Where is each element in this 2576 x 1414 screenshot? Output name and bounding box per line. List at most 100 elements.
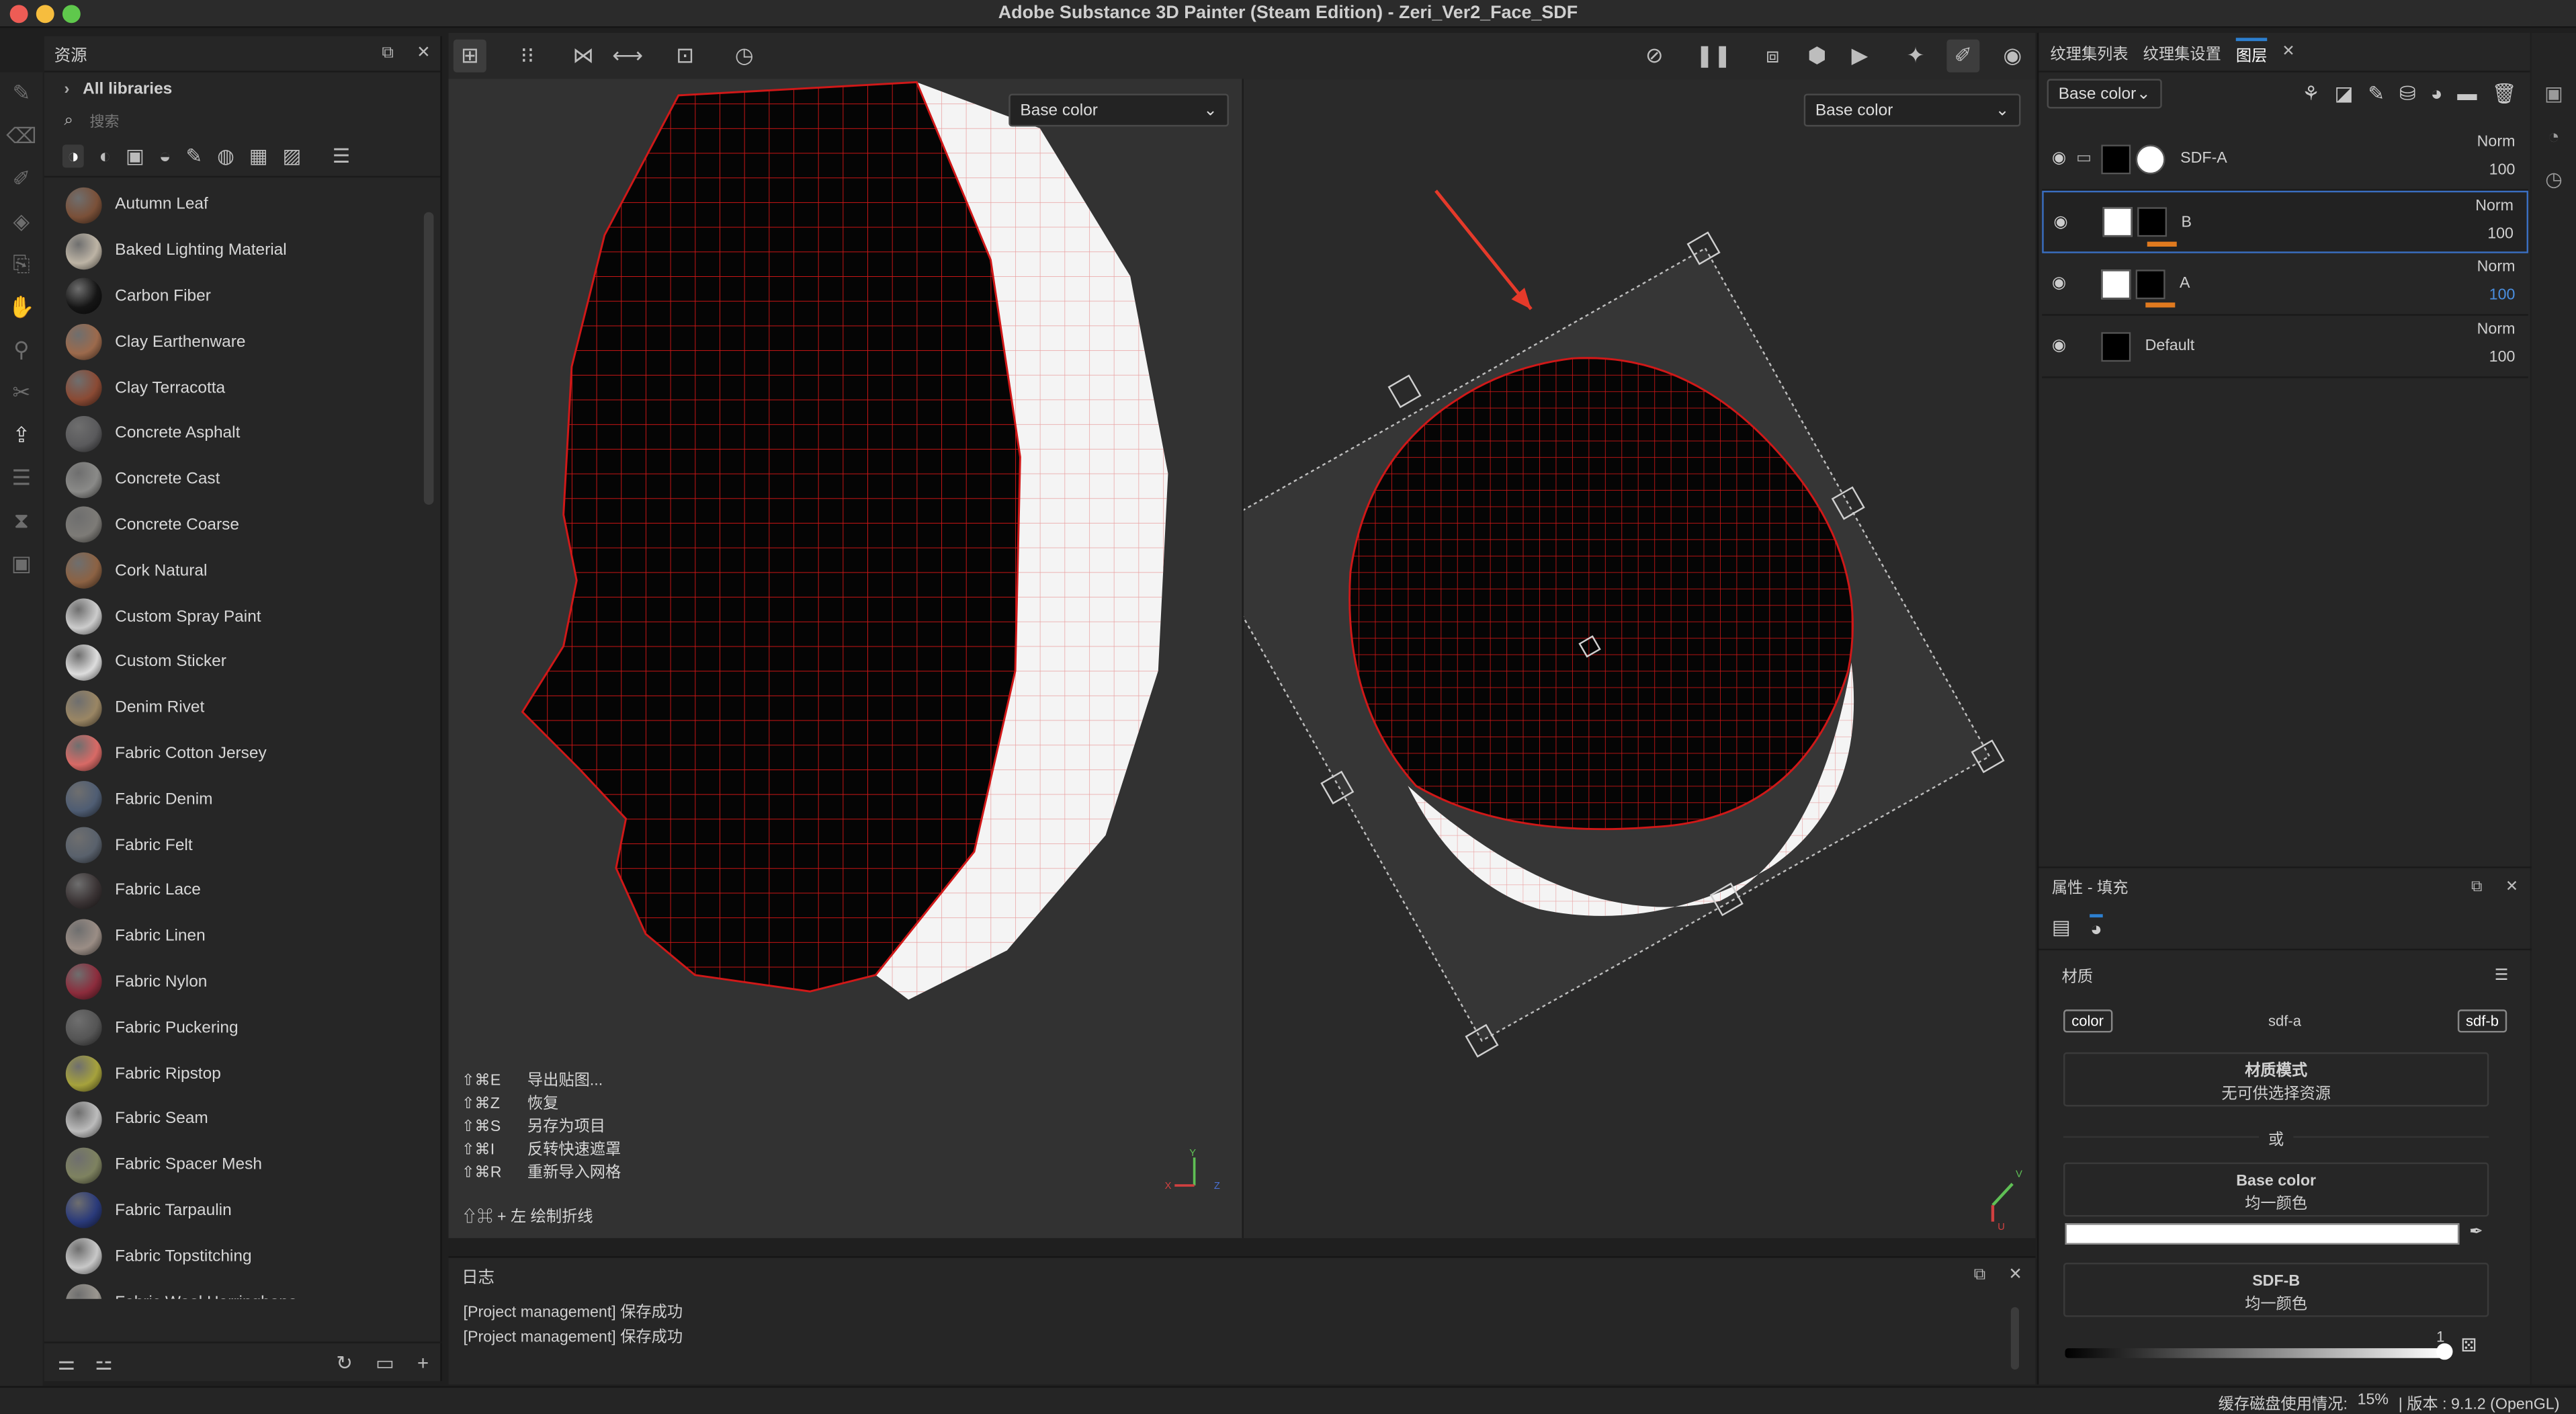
asset-item[interactable]: Fabric Spacer Mesh bbox=[44, 1142, 440, 1188]
asset-item[interactable]: Baked Lighting Material bbox=[44, 228, 440, 274]
filter-icon[interactable]: ⚌ bbox=[58, 1351, 75, 1374]
eraser-tool-icon[interactable]: ⌫ bbox=[0, 115, 43, 158]
undock-icon[interactable]: ⧉ bbox=[1974, 1265, 1985, 1284]
fill-settings-icon[interactable]: ▤ bbox=[2052, 915, 2071, 938]
align-icon[interactable]: ⟷ bbox=[611, 40, 644, 73]
bake-icon[interactable]: ⧗ bbox=[0, 500, 43, 543]
grid-mode-icon[interactable]: ⁝⁝ bbox=[511, 40, 544, 73]
history-icon[interactable]: ◷ bbox=[728, 40, 761, 73]
display-settings-icon[interactable]: ▣ bbox=[0, 542, 43, 585]
left-channel-dropdown[interactable]: Base color ⌄ bbox=[1008, 93, 1229, 127]
projection-tool-icon[interactable]: ✐ bbox=[0, 158, 43, 201]
screenshot-icon[interactable]: ◉ bbox=[1996, 40, 2029, 73]
eye-icon[interactable]: ◉ bbox=[2052, 275, 2066, 293]
eye-icon[interactable]: ◉ bbox=[2053, 213, 2067, 231]
close-icon[interactable]: ✕ bbox=[417, 44, 431, 63]
right-channel-dropdown[interactable]: Base color ⌄ bbox=[1803, 93, 2021, 127]
layer-opacity[interactable]: 100 bbox=[2489, 286, 2516, 304]
layer-name[interactable]: B bbox=[2181, 213, 2192, 231]
material-mode-box[interactable]: 材质模式 无可供选择资源 bbox=[2063, 1052, 2489, 1107]
material-picker-icon[interactable]: ⚲ bbox=[0, 329, 43, 372]
random-seed-icon[interactable]: ⚄ bbox=[2461, 1335, 2477, 1356]
asset-scrollbar[interactable] bbox=[423, 212, 434, 505]
channel-sdfb-button[interactable]: sdf-b bbox=[2457, 1009, 2507, 1033]
asset-item[interactable]: Fabric Topstitching bbox=[44, 1234, 440, 1280]
assets-panel-icon[interactable]: ⇪ bbox=[0, 415, 43, 458]
sdf-b-box[interactable]: SDF-B 均一颜色 bbox=[2063, 1262, 2489, 1317]
layer-name[interactable]: SDF-A bbox=[2180, 150, 2227, 168]
layer-row[interactable]: ◉ A Norm 100 bbox=[2042, 253, 2529, 316]
list-view-icon[interactable]: ☰ bbox=[333, 144, 350, 167]
material-tab-icon[interactable]: ◕ bbox=[2090, 913, 2102, 940]
brush-settings-icon[interactable]: ✦ bbox=[1899, 40, 1932, 73]
asset-item[interactable]: Autumn Leaf bbox=[44, 183, 440, 228]
symmetry-icon[interactable]: ⋈ bbox=[567, 40, 600, 73]
hide-uv-icon[interactable]: ⊘ bbox=[1638, 40, 1671, 73]
asset-item[interactable]: Clay Terracotta bbox=[44, 366, 440, 411]
asset-item[interactable]: Custom Sticker bbox=[44, 640, 440, 685]
channel-sdfa-button[interactable]: sdf-a bbox=[2262, 1011, 2308, 1031]
eye-icon[interactable]: ◉ bbox=[2052, 150, 2066, 168]
eye-icon[interactable]: ◉ bbox=[2052, 337, 2066, 356]
picker-tool-icon[interactable]: ✂ bbox=[0, 372, 43, 415]
asset-item[interactable]: Fabric Seam bbox=[44, 1097, 440, 1142]
layer-opacity[interactable]: 100 bbox=[2489, 161, 2516, 179]
delete-icon[interactable]: 🗑 bbox=[2492, 82, 2517, 105]
asset-item[interactable]: Cork Natural bbox=[44, 548, 440, 594]
search-input[interactable]: 搜索 bbox=[90, 110, 120, 131]
asset-item[interactable]: Clay Earthenware bbox=[44, 320, 440, 366]
asset-item[interactable]: Fabric Tarpaulin bbox=[44, 1188, 440, 1234]
asset-item[interactable]: Concrete Asphalt bbox=[44, 411, 440, 457]
shader-icon[interactable]: ◔ bbox=[2532, 125, 2576, 168]
blend-mode[interactable]: Norm bbox=[2477, 133, 2516, 151]
channel-color-button[interactable]: color bbox=[2063, 1009, 2112, 1033]
tab-texture-set-list[interactable]: 纹理集列表 bbox=[2050, 40, 2128, 63]
log-scrollbar[interactable] bbox=[2010, 1306, 2020, 1370]
add-folder-icon[interactable]: ▬ bbox=[2457, 82, 2477, 105]
close-icon[interactable]: ✕ bbox=[2505, 877, 2518, 895]
undock-icon[interactable]: ⧉ bbox=[382, 44, 393, 63]
smart-masks-filter-icon[interactable]: ◒ bbox=[159, 144, 171, 167]
blend-mode[interactable]: Norm bbox=[2477, 321, 2516, 339]
layer-opacity[interactable]: 100 bbox=[2487, 225, 2514, 243]
add-effect-icon[interactable]: ⚘ bbox=[2302, 82, 2319, 105]
history-icon[interactable]: ◷ bbox=[2532, 168, 2576, 211]
asset-item[interactable]: Fabric Denim bbox=[44, 777, 440, 823]
base-color-swatch[interactable] bbox=[2065, 1223, 2460, 1245]
eyedropper-icon[interactable]: ✒ bbox=[2469, 1223, 2483, 1241]
blend-mode[interactable]: Norm bbox=[2477, 258, 2516, 276]
folder-icon[interactable]: ▭ bbox=[376, 1351, 394, 1374]
library-selector[interactable]: › All libraries bbox=[44, 73, 440, 106]
close-icon[interactable]: ✕ bbox=[2282, 43, 2294, 61]
textures-filter-icon[interactable]: ▣ bbox=[126, 144, 144, 167]
layer-row-selected[interactable]: ◉ B Norm 100 bbox=[2042, 190, 2529, 253]
sdf-b-slider[interactable] bbox=[2065, 1348, 2446, 1358]
mesh-display-icon[interactable]: ⬢ bbox=[1801, 40, 1834, 73]
minimize-window-button[interactable] bbox=[36, 5, 54, 24]
layer-name[interactable]: A bbox=[2180, 275, 2190, 293]
menu-icon[interactable]: ☰ bbox=[2495, 966, 2509, 984]
zoom-window-button[interactable] bbox=[62, 5, 81, 24]
add-fill-layer-icon[interactable]: ⛁ bbox=[2399, 82, 2416, 105]
split-view-icon[interactable]: ⧈ bbox=[1756, 40, 1789, 73]
clone-tool-icon[interactable]: ⎘ bbox=[0, 243, 43, 286]
display-icon[interactable]: ▣ bbox=[2532, 82, 2576, 125]
grunges-filter-icon[interactable]: ▦ bbox=[249, 144, 268, 167]
asset-item[interactable]: Fabric Linen bbox=[44, 914, 440, 960]
slider-handle[interactable] bbox=[2436, 1343, 2453, 1360]
layer-row[interactable]: ◉ ▭ SDF-A Norm 100 bbox=[2042, 128, 2529, 191]
alphas-filter-icon[interactable]: ◍ bbox=[217, 144, 234, 167]
close-window-button[interactable] bbox=[9, 5, 28, 24]
layer-name[interactable]: Default bbox=[2145, 337, 2195, 356]
viewport[interactable]: Base color ⌄ Base color ⌄ ⇧⌘E 导出贴图... ⇧⌘Z 恢… bbox=[448, 79, 2036, 1239]
paint-brush-tool-icon[interactable]: ✎ bbox=[0, 73, 43, 116]
asset-item[interactable]: Carbon Fiber bbox=[44, 274, 440, 320]
asset-item[interactable]: Fabric Cotton Jersey bbox=[44, 731, 440, 777]
asset-item[interactable]: Custom Spray Paint bbox=[44, 594, 440, 640]
sort-icon[interactable]: ⚍ bbox=[95, 1351, 112, 1374]
add-layer-icon[interactable]: ◕ bbox=[2431, 82, 2443, 105]
2d-uv-view[interactable] bbox=[1196, 79, 2036, 1239]
refresh-icon[interactable]: ↻ bbox=[336, 1351, 353, 1374]
add-paint-layer-icon[interactable]: ✎ bbox=[2368, 82, 2385, 105]
asset-item[interactable]: Fabric Puckering bbox=[44, 1005, 440, 1051]
